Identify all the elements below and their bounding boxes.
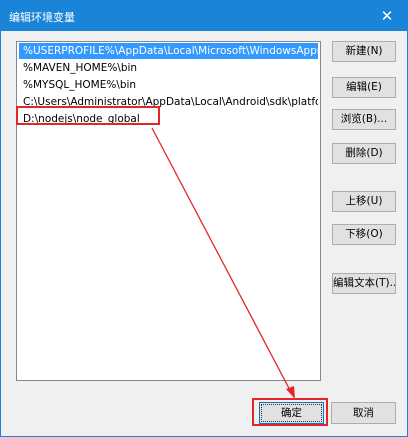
list-item[interactable]: %MYSQL_HOME%\bin [19, 77, 318, 93]
path-list[interactable]: %USERPROFILE%\AppData\Local\Microsoft\Wi… [16, 41, 321, 381]
delete-button[interactable]: 删除(D) [332, 143, 396, 164]
new-button[interactable]: 新建(N) [332, 41, 396, 62]
list-item[interactable]: D:\nodejs\node_global [19, 111, 318, 127]
ok-button-label: 确定 [261, 404, 322, 422]
move-up-button[interactable]: 上移(U) [332, 191, 396, 212]
edit-button[interactable]: 编辑(E) [332, 77, 396, 98]
close-icon[interactable]: ✕ [367, 1, 407, 31]
edit-env-variable-dialog: 编辑环境变量 ✕ %USERPROFILE%\AppData\Local\Mic… [0, 0, 408, 437]
browse-button[interactable]: 浏览(B)... [332, 109, 396, 130]
title-bar[interactable]: 编辑环境变量 ✕ [1, 1, 407, 31]
list-item[interactable]: C:\Users\Administrator\AppData\Local\And… [19, 94, 318, 110]
list-item[interactable]: %MAVEN_HOME%\bin [19, 60, 318, 76]
move-down-button[interactable]: 下移(O) [332, 224, 396, 245]
cancel-button[interactable]: 取消 [331, 402, 396, 424]
edit-text-button[interactable]: 编辑文本(T)... [332, 273, 396, 294]
list-item[interactable]: %USERPROFILE%\AppData\Local\Microsoft\Wi… [19, 43, 318, 59]
dialog-title: 编辑环境变量 [9, 11, 75, 24]
ok-button[interactable]: 确定 [259, 402, 324, 424]
